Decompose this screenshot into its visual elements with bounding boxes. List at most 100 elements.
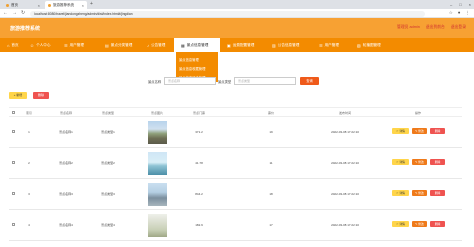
type-input[interactable]: 景点类型 [234,77,296,85]
nav-item-scenic[interactable]: ▦ 景点信息管理 [174,38,220,52]
col-image: 景点图片 [150,111,164,115]
close-icon[interactable]: × [38,3,40,8]
row-delete-button[interactable]: 删除 [430,159,445,165]
row-type: 景点类型3 [101,192,115,196]
query-button[interactable]: 查询 [300,77,319,85]
scenic-photo [148,214,167,237]
name-input[interactable]: 景点名称 [164,77,216,85]
nav-item-users[interactable]: ☰ 用户管理 [57,38,98,52]
row-checkbox[interactable] [12,130,15,133]
row-type: 景点类型1 [101,130,115,134]
col-ticket: 景点门票 [192,111,206,115]
detail-button[interactable]: ☆ 详情 [392,190,409,196]
nav-label: 个人中心 [36,42,51,47]
to-frontend-link[interactable]: 退出到前台 [426,25,445,30]
tab-favicon-icon [48,3,51,7]
row-checkbox[interactable] [12,223,15,226]
row-name: 景点名称3 [59,192,73,196]
row-time: 2022-03-08 17:22:10 [331,192,359,196]
scenic-photo [148,121,167,144]
dropdown-item-favorites[interactable]: 景点信息收藏管理 [176,64,218,73]
row-delete-button[interactable]: 删除 [430,128,445,134]
row-delete-button[interactable]: 删除 [430,190,445,196]
row-type: 景点类型2 [101,161,115,165]
row-delete-button[interactable]: 删除 [430,221,445,227]
nav-item-home[interactable]: ⌂ 首页 [0,38,23,52]
edit-button[interactable]: ✎ 修改 [412,190,427,196]
map-icon: ▦ [181,42,185,48]
close-window-icon[interactable]: × [469,2,471,7]
star-icon[interactable]: ☆ [449,10,453,16]
nav-item-users-2[interactable]: ☰ 用户管理 [312,38,350,52]
new-tab-icon[interactable]: + [90,1,93,7]
nav-item-category[interactable]: ▤ 景点分类管理 [98,38,140,52]
bell-icon: ♪ [147,42,149,48]
row-name: 景点名称1 [59,130,73,134]
home-icon: ⌂ [7,42,10,48]
nav-label: 运费配置管理 [232,42,255,47]
row-index: 3 [28,192,30,196]
detail-button[interactable]: ☆ 详情 [392,221,409,227]
nav-item-freight[interactable]: ▣ 运费配置管理 [220,38,265,52]
nav-item-notice[interactable]: ♪ 公告管理 [140,38,174,52]
browser-tabbar: 首页 × 旅游推荐系统 × + – □ × [0,0,474,9]
tab-title: 旅游推荐系统 [53,2,74,7]
row-time: 2022-03-08 17:22:10 [331,223,359,227]
type-label: 景点类型 [218,80,232,84]
nav-label: 公告信息管理 [277,42,300,47]
row-ticket: 844.2 [195,192,203,196]
truck-icon: ▣ [227,42,231,48]
row-type: 景点类型4 [101,223,115,227]
nav-item-carousel[interactable]: ▧ 轮播图管理 [350,38,394,52]
dropdown-item-scenic[interactable]: 景点信息管理 [176,55,218,64]
row-checkbox[interactable] [12,161,15,164]
row-time: 2022-03-08 17:22:10 [331,130,359,134]
url-input[interactable]: localhost:8080/travel/jiandongzheng/admi… [30,10,425,17]
admin-label: 管理员 admin [397,25,420,29]
address-bar: ← → ↻ localhost:8080/travel/jiandongzhen… [0,9,474,18]
forward-icon[interactable]: → [12,10,17,16]
nav-item-profile[interactable]: ☺ 个人中心 [23,38,57,52]
row-ticket: 182.9 [195,223,203,227]
logout-link[interactable]: 退出登录 [451,25,466,30]
table-header: 索引 景点名称 景点类型 景点图片 景点门票 票价 发布时间 操作 [9,107,462,117]
row-views: 18 [269,192,273,196]
tab-favicon-icon [6,3,9,7]
reload-icon[interactable]: ↻ [21,10,25,16]
row-name: 景点名称4 [59,223,73,227]
add-button[interactable]: + 新增 [9,92,27,99]
browser-tab-active[interactable]: 旅游推荐系统 × [45,1,87,9]
site-title: 旅游推荐系统 [10,26,41,32]
edit-button[interactable]: ✎ 修改 [412,221,427,227]
name-label: 景点名称 [148,80,162,84]
table-row: 4 景点名称4 景点类型4 182.9 17 2022-03-08 17:22:… [9,210,462,241]
news-icon: ▥ [272,42,276,48]
browser-tab-home[interactable]: 首页 × [3,1,43,9]
site-header: 旅游推荐系统 管理员 admin 退出到前台 退出登录 [0,18,474,38]
profile-icon[interactable]: ● [458,10,461,16]
select-all-checkbox[interactable] [12,111,15,114]
nav-item-news[interactable]: ▥ 公告信息管理 [265,38,312,52]
row-checkbox[interactable] [12,192,15,195]
scenic-photo [148,152,167,175]
tab-title: 首页 [11,2,18,7]
menu-icon[interactable]: ⋮ [466,10,471,16]
close-icon[interactable]: × [82,3,84,8]
row-index: 1 [28,130,30,134]
detail-button[interactable]: ☆ 详情 [392,159,409,165]
minimize-icon[interactable]: – [450,2,452,7]
row-ticket: 371.2 [195,130,203,134]
col-name: 景点名称 [59,111,73,115]
back-icon[interactable]: ← [3,10,8,16]
delete-button[interactable]: 删除 [33,92,49,99]
row-views: 17 [269,223,273,227]
user-icon: ☺ [30,42,35,48]
edit-button[interactable]: ✎ 修改 [412,128,427,134]
window-controls: – □ × [450,0,471,9]
row-views: 19 [269,130,273,134]
table-row: 2 景点名称2 景点类型2 41.78 11 2022-03-08 17:22:… [9,148,462,179]
detail-button[interactable]: ☆ 详情 [392,128,409,134]
users-icon: ☰ [319,42,323,48]
maximize-icon[interactable]: □ [459,2,461,7]
edit-button[interactable]: ✎ 修改 [412,159,427,165]
